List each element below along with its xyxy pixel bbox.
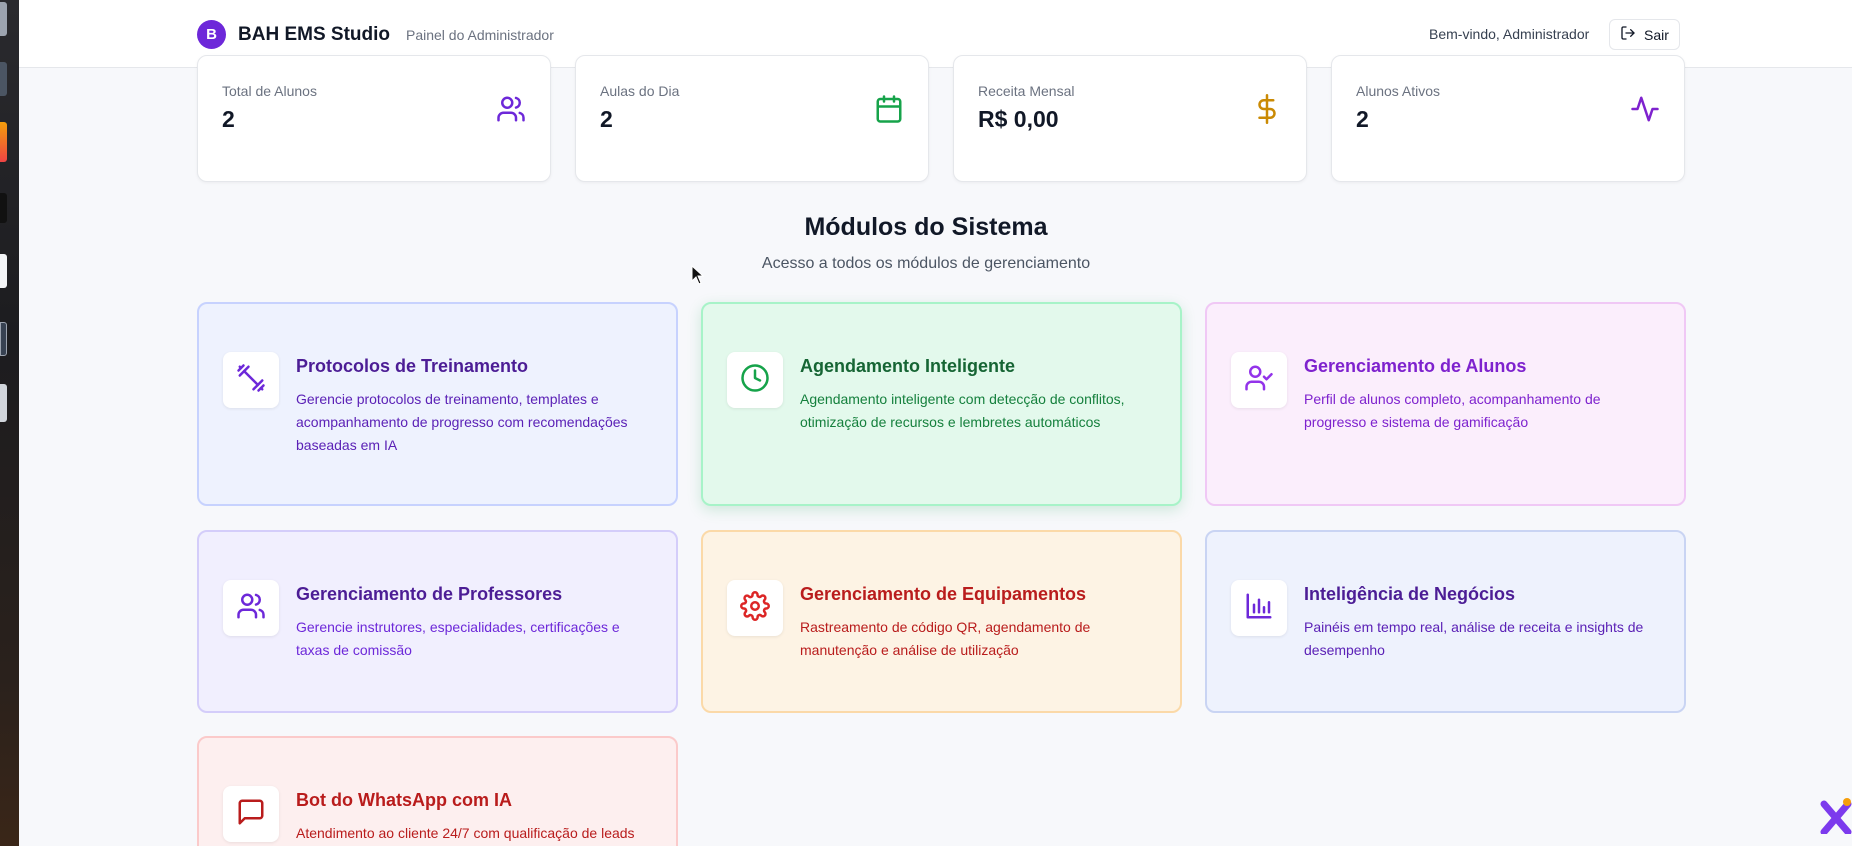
module-card-agendamento[interactable]: Agendamento Inteligente Agendamento inte… <box>701 302 1182 506</box>
os-dock <box>0 0 19 846</box>
app-title: BAH EMS Studio <box>238 23 390 45</box>
stat-card-receita-mensal: Receita Mensal R$ 0,00 <box>953 55 1307 182</box>
module-description: Painéis em tempo real, análise de receit… <box>1304 619 1644 658</box>
clock-icon <box>740 363 770 398</box>
welcome-text: Bem-vindo, Administrador <box>1429 26 1590 42</box>
module-card-equipamentos[interactable]: Gerenciamento de Equipamentos Rastreamen… <box>701 530 1182 713</box>
module-title: Protocolos de Treinamento <box>296 356 529 376</box>
dock-app-icon[interactable] <box>0 2 7 36</box>
module-description: Gerencie instrutores, especialidades, ce… <box>296 619 620 658</box>
module-description: Rastreamento de código QR, agendamento d… <box>800 619 1091 658</box>
stat-label: Alunos Ativos <box>1356 83 1441 99</box>
module-description: Gerencie protocolos de treinamento, temp… <box>296 391 628 453</box>
users-icon <box>236 591 266 626</box>
module-card-professores[interactable]: Gerenciamento de Professores Gerencie in… <box>197 530 678 713</box>
stat-label: Aulas do Dia <box>600 83 680 99</box>
users-icon <box>496 94 526 124</box>
stat-value: 2 <box>1356 106 1369 132</box>
module-description: Perfil de alunos completo, acompanhament… <box>1304 391 1601 430</box>
brand: B BAH EMS Studio Painel do Administrador <box>197 20 554 49</box>
dock-app-icon[interactable] <box>0 322 7 356</box>
activity-icon <box>1630 94 1660 124</box>
stat-value: R$ 0,00 <box>978 106 1059 132</box>
module-title: Agendamento Inteligente <box>800 356 1016 376</box>
module-icon-box <box>1231 580 1287 636</box>
module-card-whatsapp-bot[interactable]: Bot do WhatsApp com IA Atendimento ao cl… <box>197 736 678 846</box>
app-subtitle: Painel do Administrador <box>406 26 554 43</box>
module-icon-box <box>1231 352 1287 408</box>
module-card-alunos[interactable]: Gerenciamento de Alunos Perfil de alunos… <box>1205 302 1686 506</box>
module-icon-box <box>223 786 279 842</box>
message-icon <box>236 797 266 832</box>
calendar-icon <box>874 94 904 124</box>
module-card-inteligencia[interactable]: Inteligência de Negócios Painéis em temp… <box>1205 530 1686 713</box>
mouse-cursor-icon <box>691 264 705 290</box>
stat-card-aulas-dia: Aulas do Dia 2 <box>575 55 929 182</box>
stat-card-alunos-ativos: Alunos Ativos 2 <box>1331 55 1685 182</box>
dock-app-icon[interactable] <box>0 384 7 422</box>
stat-label: Receita Mensal <box>978 83 1075 99</box>
logout-label: Sair <box>1644 26 1669 43</box>
logout-icon <box>1620 25 1636 44</box>
stat-value: 2 <box>222 106 235 132</box>
dock-app-icon[interactable] <box>0 62 7 96</box>
corner-logo-icon <box>1820 794 1852 839</box>
logout-button[interactable]: Sair <box>1609 19 1680 50</box>
module-description: Agendamento inteligente com detecção de … <box>800 391 1125 430</box>
section-title: Módulos do Sistema <box>804 213 1048 241</box>
module-icon-box <box>223 580 279 636</box>
dumbbell-icon <box>236 363 266 398</box>
dollar-icon <box>1252 94 1282 124</box>
module-title: Inteligência de Negócios <box>1304 584 1516 604</box>
stat-value: 2 <box>600 106 613 132</box>
module-icon-box <box>727 352 783 408</box>
module-description: Atendimento ao cliente 24/7 com qualific… <box>296 825 635 841</box>
section-subtitle: Acesso a todos os módulos de gerenciamen… <box>761 255 1091 272</box>
bar-chart-icon <box>1244 591 1274 626</box>
gear-icon <box>740 590 770 626</box>
stat-card-total-alunos: Total de Alunos 2 <box>197 55 551 182</box>
stat-label: Total de Alunos <box>222 83 317 99</box>
module-title: Gerenciamento de Equipamentos <box>800 584 1087 604</box>
user-check-icon <box>1244 363 1274 398</box>
module-title: Bot do WhatsApp com IA <box>296 790 512 810</box>
module-title: Gerenciamento de Professores <box>296 584 563 604</box>
dock-app-icon[interactable] <box>0 122 7 162</box>
app-logo[interactable]: B <box>197 20 226 49</box>
module-icon-box <box>727 580 783 636</box>
module-icon-box <box>223 352 279 408</box>
module-card-protocolos[interactable]: Protocolos de Treinamento Gerencie proto… <box>197 302 678 506</box>
module-title: Gerenciamento de Alunos <box>1304 356 1527 376</box>
